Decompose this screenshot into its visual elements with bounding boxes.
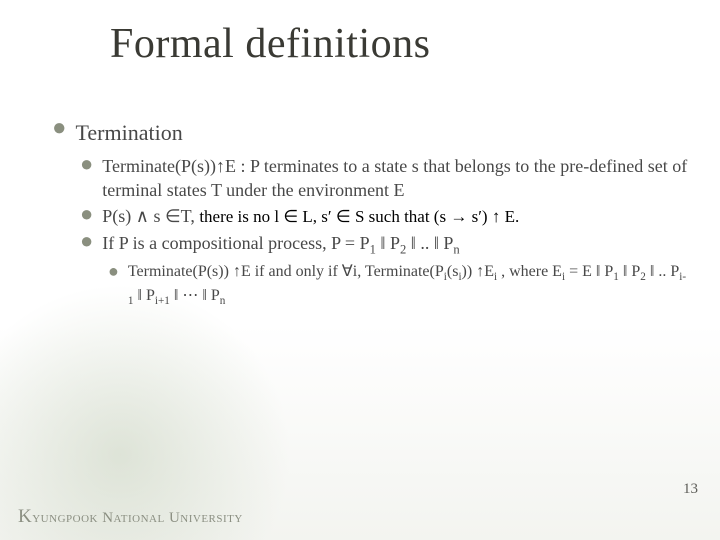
section-heading-text: Termination bbox=[76, 118, 691, 148]
bullet-icon: ● bbox=[80, 204, 93, 229]
subscript: n bbox=[220, 295, 226, 307]
text-fragment: P(s) ∧ s ∈T, bbox=[102, 206, 199, 226]
footer-letter: K bbox=[18, 506, 32, 527]
math-image-fragment: there is no l ∈ L, s′ ∈ S such that (s →… bbox=[199, 206, 519, 229]
bullet-text: If P is a compositional process, P = P1 … bbox=[102, 231, 690, 259]
list-item: ● P(s) ∧ s ∈T, there is no l ∈ L, s′ ∈ S… bbox=[80, 204, 690, 229]
list-item: ● Terminate(P(s))↑E : P terminates to a … bbox=[80, 154, 690, 203]
page-number: 13 bbox=[683, 481, 698, 498]
content-area: ● Termination ● Terminate(P(s))↑E : P te… bbox=[52, 118, 690, 311]
text-fragment: ‖ ⋯ ‖ P bbox=[170, 287, 220, 304]
text-fragment: = E ‖ P bbox=[565, 263, 613, 280]
text-fragment: ‖ .. ‖ P bbox=[406, 233, 453, 253]
bullet-icon: ● bbox=[108, 261, 119, 310]
slide: Formal definitions ● Termination ● Termi… bbox=[0, 0, 720, 540]
text-fragment: If P is a compositional process, P = P bbox=[102, 233, 369, 253]
list-item: ● Terminate(P(s)) ↑E if and only if ∀i, … bbox=[108, 261, 690, 310]
text-fragment: , where E bbox=[497, 263, 562, 280]
bullet-text: Terminate(P(s)) ↑E if and only if ∀i, Te… bbox=[128, 261, 690, 310]
text-fragment: ‖ P bbox=[133, 287, 154, 304]
bullet-text: Terminate(P(s))↑E : P terminates to a st… bbox=[102, 154, 690, 203]
text-fragment: )) ↑E bbox=[462, 263, 494, 280]
section-heading: ● Termination bbox=[52, 118, 690, 148]
text-fragment: ‖ .. P bbox=[646, 263, 679, 280]
footer-text: yungpook National University bbox=[32, 510, 243, 526]
footer-branding: Kyungpook National University bbox=[18, 506, 243, 528]
bullet-icon: ● bbox=[80, 231, 93, 259]
text-fragment: Terminate(P(s)) ↑E if and only if ∀i, Te… bbox=[128, 263, 444, 280]
bullet-icon: ● bbox=[80, 154, 93, 203]
subscript: n bbox=[453, 243, 459, 257]
text-fragment: ‖ P bbox=[376, 233, 400, 253]
bullet-icon: ● bbox=[52, 118, 67, 148]
subscript: i+1 bbox=[155, 295, 170, 307]
text-fragment: (s bbox=[447, 263, 459, 280]
bullet-text: P(s) ∧ s ∈T, there is no l ∈ L, s′ ∈ S s… bbox=[102, 204, 690, 229]
slide-title: Formal definitions bbox=[110, 20, 430, 68]
list-item: ● If P is a compositional process, P = P… bbox=[80, 231, 690, 259]
text-fragment: ‖ P bbox=[619, 263, 640, 280]
